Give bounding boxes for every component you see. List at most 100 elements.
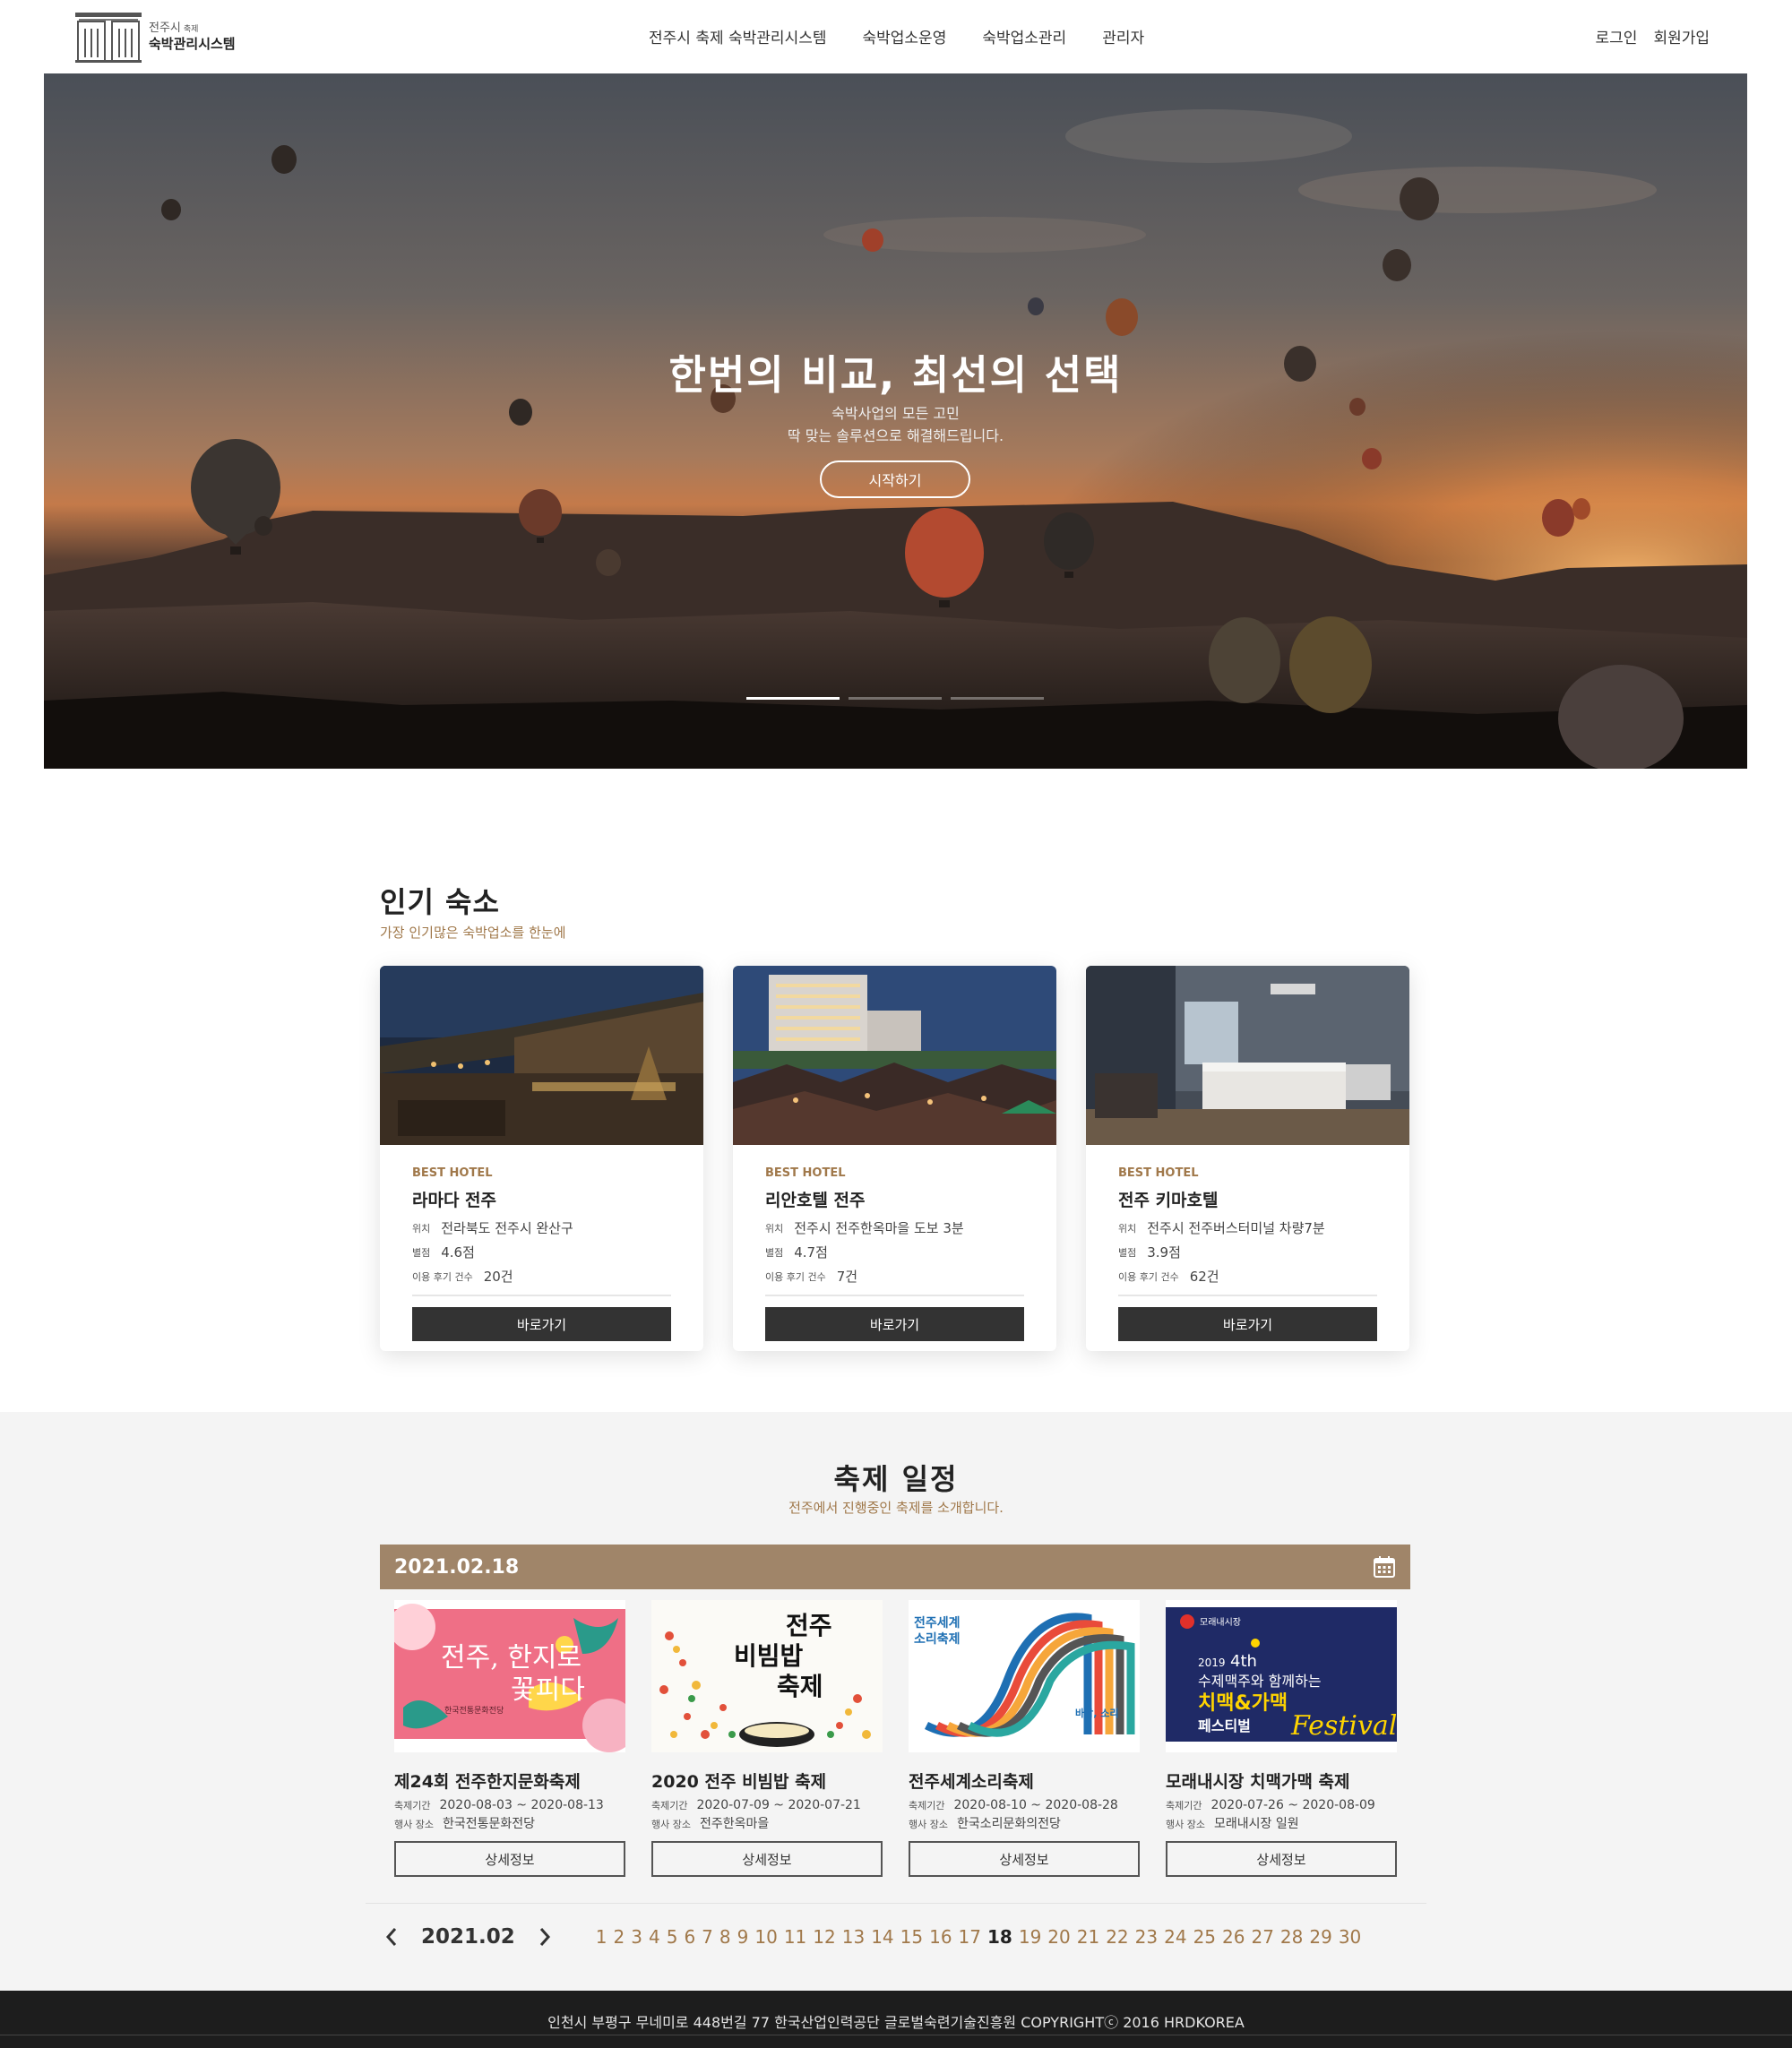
day-list: 1 2 3 4 5 6 7 8 9 10 11 12 13 14 15 16 17 18 19 20 21 22 23 24 2… (596, 1926, 1368, 1948)
nav-item-admin[interactable]: 관리자 (1102, 25, 1144, 47)
hotel-location: 위치 전라북도 전주시 완산구 (412, 1220, 573, 1236)
day-link[interactable]: 17 (959, 1926, 981, 1948)
chevron-left-icon[interactable] (380, 1925, 403, 1949)
festival-poster[interactable]: 전주, 한지로 꽃피다 한국전통문화전당 (394, 1600, 625, 1752)
day-link[interactable]: 13 (842, 1926, 865, 1948)
day-link[interactable]: 6 (684, 1926, 695, 1948)
site-footer: 인천시 부평구 무네미로 448번길 77 한국산업인력공단 글로벌숙련기술진흥… (0, 1991, 1792, 2048)
day-link[interactable]: 10 (754, 1926, 777, 1948)
day-link[interactable]: 15 (900, 1926, 923, 1948)
hotel-card: BEST HOTEL 전주 키마호텔 위치 전주시 전주버스터미널 차량7분 별점… (1086, 966, 1409, 1351)
festival-section-subtitle: 전주에서 진행중인 축제를 소개합니다. (788, 1500, 1004, 1516)
hotel-name: 리안호텔 전주 (765, 1191, 866, 1210)
divider (1118, 1295, 1377, 1296)
hotel-photo (380, 966, 703, 1145)
festival-name: 제24회 전주한지문화축제 (394, 1772, 581, 1792)
day-link[interactable]: 28 (1280, 1926, 1303, 1948)
day-link[interactable]: 19 (1019, 1926, 1041, 1948)
nav-item-operation[interactable]: 숙박업소운영 (863, 25, 947, 47)
hero-subtitle-line-1: 숙박사업의 모든 고민 (831, 405, 960, 422)
date-pager: 2021.02 1 2 3 4 5 6 7 8 9 10 11 12 13 14 15 16 17 18 19 20 2… (380, 1919, 1428, 1955)
festival-place: 행사 장소 한국전통문화전당 (394, 1817, 536, 1831)
festival-item: 전주, 한지로 꽃피다 한국전통문화전당 제24회 전주한지문화축제 축제기간 2… (394, 1600, 625, 1877)
festival-section-title: 축제 일정 (833, 1462, 959, 1496)
hotel-location: 위치 전주시 전주버스터미널 차량7분 (1118, 1220, 1325, 1236)
svg-text:꽃피다: 꽃피다 (511, 1674, 585, 1706)
hotel-rating: 별점 3.9점 (1118, 1244, 1181, 1261)
hotel-name: 전주 키마호텔 (1118, 1191, 1219, 1210)
festival-poster[interactable]: 전주 비빔밥 축제 (651, 1600, 883, 1752)
nav-item-management[interactable]: 숙박업소관리 (982, 25, 1066, 47)
festival-place: 행사 장소 전주한옥마을 (651, 1817, 770, 1831)
detail-button[interactable]: 상세정보 (1166, 1841, 1397, 1877)
svg-text:한국전통문화전당: 한국전통문화전당 (444, 1706, 504, 1716)
chevron-right-icon[interactable] (533, 1925, 556, 1949)
popular-section-subtitle: 가장 인기많은 숙박업소를 한눈에 (380, 925, 566, 941)
festival-period: 축제기간 2020-07-09 ~ 2020-07-21 (651, 1798, 861, 1812)
main-nav: 전주시 축제 숙박관리시스템 숙박업소운영 숙박업소관리 관리자 (649, 25, 1180, 47)
hotel-card: BEST HOTEL 리안호텔 전주 위치 전주시 전주한옥마을 도보 3분 별점… (733, 966, 1056, 1351)
logo-city: 전주시 축제 (149, 22, 199, 36)
divider (765, 1295, 1024, 1296)
day-link[interactable]: 30 (1339, 1926, 1361, 1948)
hotel-rating: 별점 4.7점 (765, 1244, 828, 1261)
festival-period: 축제기간 2020-07-26 ~ 2020-08-09 (1166, 1798, 1375, 1812)
calendar-icon[interactable] (1373, 1555, 1396, 1579)
hotel-badge: BEST HOTEL (412, 1166, 493, 1180)
day-link[interactable]: 7 (702, 1926, 713, 1948)
current-month: 2021.02 (421, 1925, 515, 1949)
detail-button[interactable]: 상세정보 (394, 1841, 625, 1877)
festival-poster[interactable]: 모래내시장 2019 4th 수제맥주와 함께하는 치맥&가맥 페스티벌 Fes… (1166, 1600, 1397, 1752)
detail-button[interactable]: 상세정보 (651, 1841, 883, 1877)
festival-item: 전주 비빔밥 축제 2020 전주 비빔밥 축제 축제기간 2020-07-09 … (651, 1600, 883, 1877)
day-link[interactable]: 3 (631, 1926, 642, 1948)
day-link[interactable]: 4 (649, 1926, 660, 1948)
festival-period: 축제기간 2020-08-03 ~ 2020-08-13 (394, 1798, 604, 1812)
slide-dot-3[interactable] (951, 697, 1044, 700)
svg-text:Festival: Festival (1290, 1710, 1397, 1742)
day-link[interactable]: 25 (1193, 1926, 1216, 1948)
go-button[interactable]: 바로가기 (765, 1307, 1024, 1341)
day-link[interactable]: 12 (813, 1926, 835, 1948)
detail-button[interactable]: 상세정보 (909, 1841, 1140, 1877)
day-link[interactable]: 16 (929, 1926, 952, 1948)
day-link[interactable]: 9 (737, 1926, 749, 1948)
nav-item-home[interactable]: 전주시 축제 숙박관리시스템 (649, 25, 827, 47)
day-link[interactable]: 2 (614, 1926, 625, 1948)
day-link[interactable]: 23 (1135, 1926, 1158, 1948)
svg-text:전주, 한지로: 전주, 한지로 (441, 1642, 582, 1674)
day-link[interactable]: 11 (784, 1926, 806, 1948)
day-link[interactable]: 27 (1251, 1926, 1273, 1948)
day-link[interactable]: 20 (1047, 1926, 1070, 1948)
start-button[interactable]: 시작하기 (820, 460, 970, 498)
footer-copyright: 인천시 부평구 무네미로 448번길 77 한국산업인력공단 글로벌숙련기술진흥… (547, 2014, 1245, 2031)
day-link[interactable]: 8 (719, 1926, 731, 1948)
svg-text:모래내시장: 모래내시장 (1200, 1617, 1241, 1628)
site-logo[interactable]: 전주시 축제 숙박관리시스템 (73, 11, 236, 63)
day-link[interactable]: 24 (1164, 1926, 1186, 1948)
selected-date-bar: 2021.02.18 (380, 1545, 1410, 1589)
login-link[interactable]: 로그인 (1596, 25, 1638, 47)
svg-text:전주: 전주 (786, 1611, 832, 1640)
hotel-rating: 별점 4.6점 (412, 1244, 475, 1261)
svg-text:비빔밥: 비빔밥 (734, 1641, 804, 1671)
svg-text:바람, 소리: 바람, 소리 (1075, 1707, 1119, 1719)
day-link[interactable]: 29 (1309, 1926, 1331, 1948)
day-link[interactable]: 22 (1106, 1926, 1128, 1948)
divider (412, 1295, 671, 1296)
festival-item: 전주세계 소리축제 바람, 소리 전주세계소리축제 축제기간 2020-08-10… (909, 1600, 1140, 1877)
day-link[interactable]: 26 (1222, 1926, 1245, 1948)
slide-dot-2[interactable] (849, 697, 942, 700)
day-link[interactable]: 21 (1077, 1926, 1099, 1948)
signup-link[interactable]: 회원가입 (1653, 25, 1710, 47)
day-link[interactable]: 14 (871, 1926, 893, 1948)
go-button[interactable]: 바로가기 (1118, 1307, 1377, 1341)
day-link[interactable]: 1 (596, 1926, 607, 1948)
day-link[interactable]: 18 (987, 1926, 1012, 1948)
go-button[interactable]: 바로가기 (412, 1307, 671, 1341)
slide-dot-1[interactable] (746, 697, 840, 700)
day-link[interactable]: 5 (667, 1926, 678, 1948)
festival-place: 행사 장소 모래내시장 일원 (1166, 1817, 1299, 1831)
hotel-review-count: 이용 후기 건수 20건 (412, 1269, 513, 1285)
festival-poster[interactable]: 전주세계 소리축제 바람, 소리 (909, 1600, 1140, 1752)
